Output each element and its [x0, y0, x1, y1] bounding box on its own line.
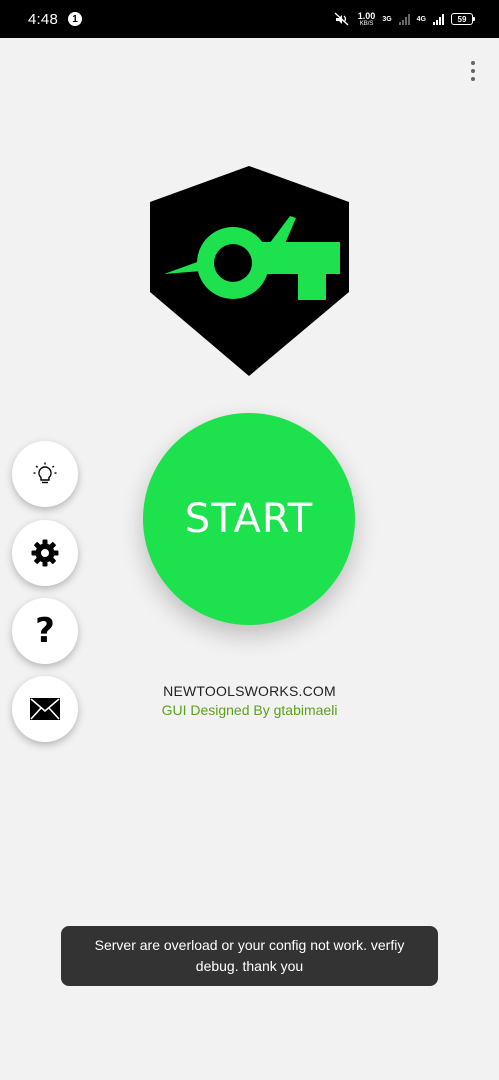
help-button[interactable]: ? — [12, 598, 78, 664]
status-right: 1.00 KB/S 3G 4G 59 — [333, 10, 475, 27]
notification-badge: 1 — [68, 12, 82, 26]
help-icon: ? — [35, 611, 55, 651]
toast-text: Server are overload or your config not w… — [94, 937, 405, 974]
net-speed-unit: KB/S — [359, 20, 374, 27]
signal-icon-2 — [433, 13, 444, 25]
start-button[interactable]: START — [143, 413, 355, 625]
status-left: 4:48 1 — [28, 11, 82, 28]
toast-message: Server are overload or your config not w… — [61, 926, 438, 986]
net-speed-value: 1.00 — [357, 10, 376, 21]
gear-icon — [31, 539, 59, 567]
battery-icon: 59 — [451, 13, 475, 25]
net-speed: 1.00 KB/S — [357, 10, 376, 27]
tips-button[interactable] — [12, 441, 78, 507]
app-logo — [150, 166, 349, 376]
designer-credit: GUI Designed By gtabimaeli — [161, 702, 338, 718]
lightbulb-icon — [33, 462, 57, 484]
signal-icon — [398, 13, 410, 25]
network-type-2: 4G — [416, 15, 426, 23]
more-vertical-icon[interactable] — [462, 58, 484, 84]
status-time: 4:48 — [28, 10, 58, 28]
battery-level: 59 — [457, 14, 467, 24]
mute-icon — [334, 12, 349, 26]
website-label: NEWTOOLSWORKS.COM — [163, 683, 336, 699]
network-type-1: 3G — [382, 15, 392, 23]
status-bar: 4:48 1 1.00 KB/S 3G 4G 59 — [0, 0, 499, 38]
settings-button[interactable] — [12, 520, 78, 586]
